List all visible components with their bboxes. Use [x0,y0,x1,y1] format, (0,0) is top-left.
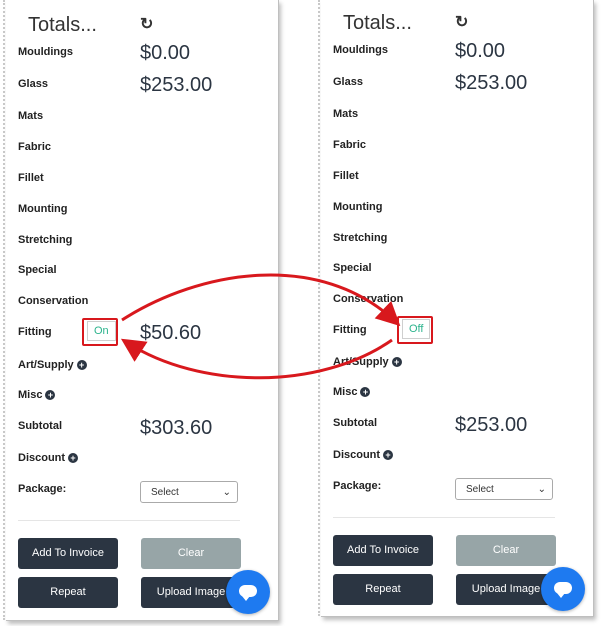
art-supply-text: Art/Supply [333,356,389,368]
totals-panel-right: Totals... ↻ Mouldings $0.00 Glass $253.0… [318,0,594,617]
label-fitting: Fitting [333,324,367,336]
clear-button[interactable]: Clear [456,535,556,566]
plus-circle-icon[interactable]: + [76,360,87,371]
refresh-icon[interactable]: ↻ [455,12,468,32]
package-select-value: Select [466,484,494,495]
label-art-supply: Art/Supply + [18,359,87,371]
package-select[interactable]: Select ⌄ [140,481,238,503]
discount-text: Discount [18,452,66,464]
chat-button[interactable] [541,567,585,611]
chat-bubble-icon [554,582,572,598]
art-supply-text: Art/Supply [18,359,74,371]
glass-value: $253.00 [140,74,213,96]
label-fillet: Fillet [18,172,44,184]
panel-title: Totals... [343,12,412,34]
panel-title: Totals... [28,14,97,36]
totals-panel-left: Totals... ↻ Mouldings $0.00 Glass $253.0… [3,0,279,621]
mouldings-value: $0.00 [140,42,191,64]
repeat-button[interactable]: Repeat [333,574,433,605]
package-select[interactable]: Select ⌄ [455,478,553,500]
label-discount: Discount + [18,452,79,464]
divider [18,520,240,521]
label-special: Special [18,264,57,276]
add-to-invoice-button[interactable]: Add To Invoice [333,535,433,566]
plus-circle-icon[interactable]: + [45,390,56,401]
label-fabric: Fabric [18,141,52,153]
label-mounting: Mounting [333,201,383,213]
chat-bubble-icon [239,585,257,601]
divider [333,517,555,518]
label-special: Special [333,262,372,274]
label-stretching: Stretching [333,232,388,244]
label-subtotal: Subtotal [333,417,377,429]
chevron-down-icon: ⌄ [537,484,546,495]
label-mats: Mats [333,108,359,120]
label-art-supply: Art/Supply + [333,356,402,368]
label-fillet: Fillet [333,170,359,182]
label-mouldings: Mouldings [18,46,73,58]
clear-button[interactable]: Clear [141,538,241,569]
label-subtotal: Subtotal [18,420,62,432]
label-fitting: Fitting [18,326,52,338]
glass-value: $253.00 [455,72,528,94]
label-package: Package: [18,483,67,495]
misc-text: Misc [18,389,43,401]
mouldings-value: $0.00 [455,40,506,62]
repeat-button[interactable]: Repeat [18,577,118,608]
label-conservation: Conservation [18,295,89,307]
label-mounting: Mounting [18,203,68,215]
label-mouldings: Mouldings [333,44,388,56]
plus-circle-icon[interactable]: + [391,357,402,368]
chat-button[interactable] [226,570,270,614]
discount-text: Discount [333,449,381,461]
subtotal-value: $303.60 [140,417,213,439]
refresh-icon[interactable]: ↻ [140,14,153,34]
annotation-box [397,316,433,344]
plus-circle-icon[interactable]: + [360,387,371,398]
label-stretching: Stretching [18,234,73,246]
subtotal-value: $253.00 [455,414,528,436]
fitting-value: $50.60 [140,322,202,344]
label-glass: Glass [18,78,48,90]
label-misc: Misc + [333,386,371,398]
misc-text: Misc [333,386,358,398]
label-discount: Discount + [333,449,394,461]
label-mats: Mats [18,110,44,122]
torn-edge [318,0,326,616]
label-fabric: Fabric [333,139,367,151]
label-glass: Glass [333,76,363,88]
plus-circle-icon[interactable]: + [68,453,79,464]
label-package: Package: [333,480,382,492]
label-misc: Misc + [18,389,56,401]
package-select-value: Select [151,487,179,498]
annotation-box [82,318,118,346]
chevron-down-icon: ⌄ [222,487,231,498]
label-conservation: Conservation [333,293,404,305]
torn-edge [3,0,11,620]
plus-circle-icon[interactable]: + [383,450,394,461]
add-to-invoice-button[interactable]: Add To Invoice [18,538,118,569]
